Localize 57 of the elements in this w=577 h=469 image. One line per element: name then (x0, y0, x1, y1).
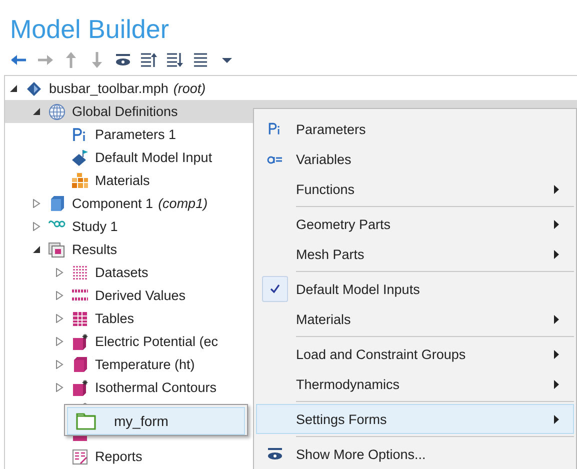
menu-item[interactable]: Functions (256, 174, 574, 204)
tree-node-label[interactable]: Global Definitions (72, 104, 178, 119)
expand-triangle-icon[interactable] (55, 291, 64, 300)
results-stack-icon (48, 240, 66, 258)
cube-icon (71, 356, 89, 374)
menu-item[interactable]: Settings Forms (256, 404, 574, 434)
tree-node-label[interactable]: Isothermal Contours (95, 380, 217, 395)
tree-node-label[interactable]: Datasets (95, 265, 148, 280)
tree-node-label[interactable]: Derived Values (95, 288, 186, 303)
collapse-list-icon[interactable] (140, 51, 158, 69)
globe-icon (48, 102, 66, 120)
panel-title: Model Builder (9, 13, 170, 44)
menu-item[interactable]: Load and Constraint Groups (256, 339, 574, 369)
menu-item[interactable]: my_form (67, 407, 245, 435)
tree-node-label[interactable]: Temperature (ht) (95, 357, 195, 372)
folder-icon (76, 412, 96, 430)
expand-list-icon[interactable] (166, 51, 184, 69)
tree-node-label[interactable]: Parameters 1 (95, 127, 176, 142)
menu-item[interactable]: Variables (256, 144, 574, 174)
expand-triangle-icon[interactable] (55, 360, 64, 369)
menu-item[interactable]: Parameters (256, 114, 574, 144)
expand-triangle-icon[interactable] (32, 222, 41, 231)
table-icon (71, 310, 89, 328)
tree-node-label[interactable]: Materials (95, 173, 150, 188)
tree-node-label[interactable]: Study 1 (72, 219, 118, 234)
menu-item[interactable]: Thermodynamics (256, 369, 574, 399)
plot-cube-icon (71, 378, 89, 396)
menu-item[interactable]: Show More Options... (256, 439, 574, 469)
collapse-triangle-icon[interactable] (32, 107, 41, 116)
expand-triangle-icon[interactable] (32, 199, 41, 208)
expand-triangle-icon[interactable] (55, 383, 64, 392)
input-flag-icon (71, 148, 89, 166)
collapse-triangle-icon[interactable] (32, 245, 41, 254)
tree-node-label[interactable]: Default Model Input (95, 150, 212, 165)
tree-node-label[interactable]: Tables (95, 311, 134, 326)
collapse-triangle-icon[interactable] (9, 84, 18, 93)
materials-grid-icon (71, 172, 89, 190)
eye-icon (267, 447, 283, 461)
tree-node-label[interactable]: Component 1 (comp1) (72, 196, 208, 211)
report-icon (71, 448, 89, 466)
diamond-icon (25, 80, 43, 98)
menu-item[interactable]: Geometry Parts (256, 209, 574, 239)
wave-icon (48, 220, 66, 228)
tree-node-label[interactable]: Reports (95, 449, 142, 464)
menu-item[interactable]: Materials (256, 304, 574, 334)
plot-cube-icon (71, 332, 89, 350)
tree-node-label[interactable]: busbar_toolbar.mph (root) (49, 81, 206, 96)
list-icon[interactable] (192, 51, 210, 69)
dot-grid-icon (71, 264, 89, 282)
expand-triangle-icon[interactable] (55, 337, 64, 346)
tree-node-label[interactable]: Electric Potential (ec (95, 334, 218, 349)
menu-item[interactable]: Default Model Inputs (256, 274, 574, 304)
tree-node-label[interactable]: Results (72, 242, 118, 257)
expand-triangle-icon[interactable] (55, 268, 64, 277)
expand-triangle-icon[interactable] (55, 314, 64, 323)
cube-icon (48, 194, 66, 212)
menu-item[interactable]: Mesh Parts (256, 239, 574, 269)
